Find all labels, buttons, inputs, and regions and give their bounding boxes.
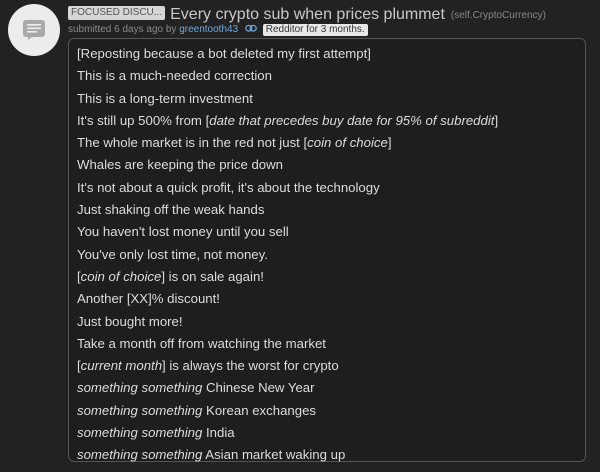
body-text: Korean exchanges bbox=[202, 402, 316, 418]
body-text: It's still up 500% from [ bbox=[77, 112, 210, 128]
body-text: This is a long-term investment bbox=[77, 90, 253, 106]
body-line: The whole market is in the red not just … bbox=[77, 132, 577, 154]
body-line: Just bought more! bbox=[77, 311, 577, 333]
body-line: something something Korean exchanges bbox=[77, 400, 577, 422]
body-line: It's not about a quick profit, it's abou… bbox=[77, 177, 577, 199]
body-text-italic: coin of choice bbox=[307, 135, 388, 151]
body-line: This is a much-needed correction bbox=[77, 65, 577, 87]
body-line: [Reposting because a bot deleted my firs… bbox=[77, 43, 577, 65]
body-line: something something India bbox=[77, 422, 577, 444]
body-text: ] is on sale again! bbox=[161, 268, 264, 284]
body-line: This is a long-term investment bbox=[77, 88, 577, 110]
link-icon bbox=[245, 24, 257, 32]
body-text-italic: current month bbox=[80, 358, 163, 374]
body-text-italic: something something bbox=[77, 380, 203, 396]
body-text: This is a much-needed correction bbox=[77, 68, 272, 84]
post-time: 6 days ago bbox=[114, 24, 164, 35]
body-text: Chinese New Year bbox=[202, 380, 315, 396]
body-line: something something Asian market waking … bbox=[77, 444, 577, 466]
link-flair[interactable]: FOCUSED DISCU... bbox=[68, 6, 166, 20]
post-body: [Reposting because a bot deleted my firs… bbox=[68, 38, 586, 462]
body-line: It's still up 500% from [date that prece… bbox=[77, 110, 577, 132]
body-text: You've only lost time, not money. bbox=[77, 246, 268, 262]
body-text: Another [XX]% discount! bbox=[77, 291, 220, 307]
body-text: The whole market is in the red not just … bbox=[77, 135, 308, 151]
body-text: [Reposting because a bot deleted my firs… bbox=[77, 46, 371, 61]
post-header: FOCUSED DISCU... Every crypto sub when pr… bbox=[68, 6, 594, 24]
post-tagline: submitted 6 days ago by greentooth43 Red… bbox=[68, 24, 368, 36]
body-text-italic: coin of choice bbox=[80, 268, 162, 284]
by-label: by bbox=[165, 24, 177, 35]
submitted-label: submitted bbox=[68, 24, 112, 35]
body-line: You haven't lost money until you sell bbox=[77, 221, 577, 243]
body-line: Take a month off from watching the marke… bbox=[77, 333, 577, 355]
body-text: India bbox=[202, 425, 235, 441]
self-post-thumbnail[interactable] bbox=[8, 4, 60, 56]
body-text: You haven't lost money until you sell bbox=[77, 224, 289, 240]
body-line: [coin of choice] is on sale again! bbox=[77, 266, 577, 288]
author-link[interactable]: greentooth43 bbox=[179, 24, 238, 35]
body-line: [current month] is always the worst for … bbox=[77, 355, 577, 377]
body-text-italic: something something bbox=[77, 447, 203, 463]
body-line: Another [XX]% discount! bbox=[77, 288, 577, 310]
body-line: Whales are keeping the price down bbox=[77, 154, 577, 176]
body-text: Just shaking off the weak hands bbox=[77, 202, 265, 218]
body-text: Just bought more! bbox=[77, 313, 183, 329]
body-text: ] bbox=[494, 112, 499, 128]
body-line: You've only lost time, not money. bbox=[77, 244, 577, 266]
body-line: Just shaking off the weak hands bbox=[77, 199, 577, 221]
body-text-italic: something something bbox=[77, 425, 203, 441]
body-text-italic: date that precedes buy date for 95% of s… bbox=[209, 112, 495, 128]
body-text: Whales are keeping the price down bbox=[77, 157, 283, 173]
post-domain[interactable]: (self.CryptoCurrency) bbox=[451, 10, 546, 21]
body-text: ] bbox=[387, 135, 392, 151]
body-text: Asian market waking up bbox=[202, 447, 346, 463]
self-post-icon bbox=[23, 20, 45, 40]
body-line: something something Chinese New Year bbox=[77, 377, 577, 399]
post-title[interactable]: Every crypto sub when prices plummet bbox=[170, 6, 445, 23]
body-text: Take a month off from watching the marke… bbox=[77, 335, 326, 351]
body-text-italic: something something bbox=[77, 402, 203, 418]
author-flair: Redditor for 3 months. bbox=[262, 24, 368, 36]
body-text: ] is always the worst for crypto bbox=[162, 358, 339, 374]
body-text: It's not about a quick profit, it's abou… bbox=[77, 179, 380, 195]
